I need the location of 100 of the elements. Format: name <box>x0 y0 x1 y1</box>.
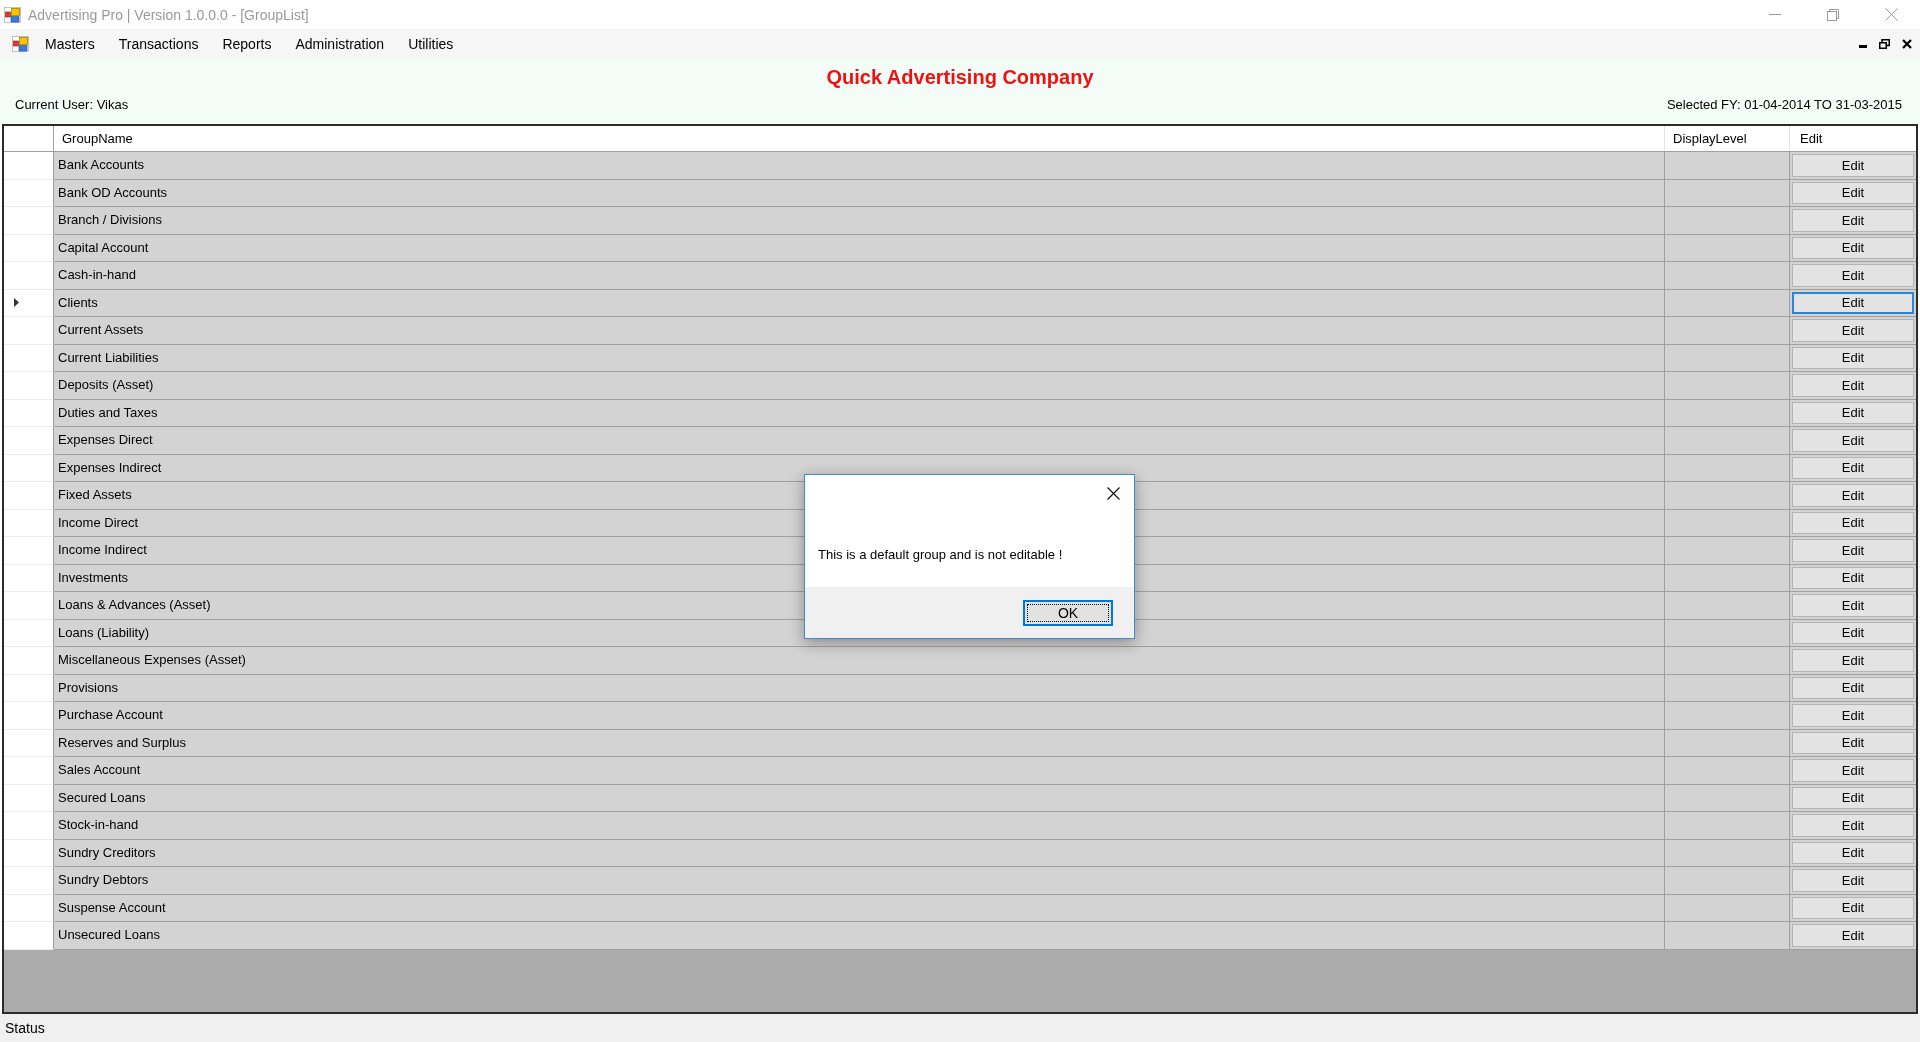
edit-button[interactable]: Edit <box>1792 291 1914 314</box>
menu-item[interactable]: Transactions <box>118 34 199 53</box>
close-icon[interactable] <box>1107 487 1120 500</box>
table-cell: Duties and Taxes <box>58 404 158 421</box>
table-cell: Stock-in-hand <box>58 817 139 834</box>
dialog-message: This is a default group and is not editable ! <box>818 547 1063 562</box>
table-cell: Loans (Liability) <box>58 624 150 641</box>
edit-button[interactable]: Edit <box>1792 676 1914 699</box>
table-cell: Investments <box>58 569 129 586</box>
row-header-cell[interactable] <box>4 729 54 757</box>
row-header-cell[interactable] <box>4 537 54 565</box>
table-cell: Secured Loans <box>58 789 146 806</box>
table-cell: Purchase Account <box>58 707 163 724</box>
edit-button[interactable]: Edit <box>1792 429 1914 452</box>
edit-button[interactable]: Edit <box>1792 539 1914 562</box>
row-header-cell[interactable] <box>4 922 54 950</box>
table-cell: Suspense Account <box>58 899 166 916</box>
table-cell: Expenses Direct <box>58 432 153 449</box>
menu-item[interactable]: Utilities <box>408 34 454 53</box>
table-cell: Deposits (Asset) <box>58 377 154 394</box>
edit-button[interactable]: Edit <box>1792 869 1914 892</box>
table-cell: Reserves and Surplus <box>58 734 186 751</box>
table-cell: Income Direct <box>58 514 139 531</box>
edit-button[interactable]: Edit <box>1792 566 1914 589</box>
table-cell: Sales Account <box>58 762 141 779</box>
row-header-cell[interactable] <box>4 647 54 675</box>
row-header-cell[interactable] <box>4 894 54 922</box>
menu-item[interactable]: Masters <box>45 34 95 53</box>
restore-icon[interactable] <box>1879 38 1890 49</box>
row-header-cell[interactable] <box>4 207 54 235</box>
close-icon[interactable] <box>1902 38 1912 49</box>
row-header-cell[interactable] <box>4 867 54 895</box>
table-cell: Sundry Creditors <box>58 844 156 861</box>
row-header-cell[interactable] <box>4 262 54 290</box>
row-header-cell[interactable] <box>4 289 54 317</box>
row-header-cell[interactable] <box>4 399 54 427</box>
row-header-cell[interactable] <box>4 757 54 785</box>
edit-button[interactable]: Edit <box>1792 209 1914 232</box>
edit-button[interactable]: Edit <box>1792 401 1914 424</box>
row-header-cell[interactable] <box>4 179 54 207</box>
row-header-cell[interactable] <box>4 839 54 867</box>
edit-button[interactable]: Edit <box>1792 704 1914 727</box>
column-header: Edit <box>1800 130 1823 147</box>
table-cell: Provisions <box>58 679 118 696</box>
column-header: GroupName <box>62 130 133 147</box>
row-header-cell[interactable] <box>4 812 54 840</box>
row-indicator-icon <box>14 298 19 308</box>
column-header: DisplayLevel <box>1673 130 1747 147</box>
edit-button[interactable]: Edit <box>1792 456 1914 479</box>
edit-button[interactable]: Edit <box>1792 484 1914 507</box>
row-header-cell[interactable] <box>4 592 54 620</box>
status-text: Status <box>5 1019 45 1037</box>
edit-button[interactable]: Edit <box>1792 649 1914 672</box>
table-cell: Unsecured Loans <box>58 927 160 944</box>
row-header-cell[interactable] <box>4 234 54 262</box>
edit-button[interactable]: Edit <box>1792 236 1914 259</box>
menu-item[interactable]: Reports <box>222 34 272 53</box>
edit-button[interactable]: Edit <box>1792 181 1914 204</box>
edit-button[interactable]: Edit <box>1792 759 1914 782</box>
row-header-cell[interactable] <box>4 564 54 592</box>
table-cell: Branch / Divisions <box>58 212 163 229</box>
table-cell: Sundry Debtors <box>58 872 149 889</box>
row-header-cell[interactable] <box>4 702 54 730</box>
table-cell: Bank Accounts <box>58 157 144 174</box>
edit-button[interactable]: Edit <box>1792 346 1914 369</box>
ok-button[interactable]: OK <box>1023 599 1113 626</box>
edit-button[interactable]: Edit <box>1792 896 1914 919</box>
edit-button[interactable]: Edit <box>1792 594 1914 617</box>
row-header-cell[interactable] <box>4 509 54 537</box>
table-cell: Loans & Advances (Asset) <box>58 597 211 614</box>
edit-button[interactable]: Edit <box>1792 841 1914 864</box>
edit-button[interactable]: Edit <box>1792 924 1914 947</box>
table-cell: Income Indirect <box>58 542 147 559</box>
menu-item[interactable]: Administration <box>295 34 385 53</box>
row-header-cell[interactable] <box>4 427 54 455</box>
window-title: Advertising Pro | Version 1.0.0.0 - [GroupList] <box>28 7 309 22</box>
row-header-cell[interactable] <box>4 674 54 702</box>
row-header-cell[interactable] <box>4 482 54 510</box>
row-header-cell[interactable] <box>4 784 54 812</box>
edit-button[interactable]: Edit <box>1792 731 1914 754</box>
edit-button[interactable]: Edit <box>1792 154 1914 177</box>
edit-button[interactable]: Edit <box>1792 786 1914 809</box>
edit-button[interactable]: Edit <box>1792 264 1914 287</box>
table-cell: Bank OD Accounts <box>58 184 168 201</box>
row-header-cell[interactable] <box>4 454 54 482</box>
edit-button[interactable]: Edit <box>1792 511 1914 534</box>
table-cell: Fixed Assets <box>58 487 132 504</box>
edit-button[interactable]: Edit <box>1792 319 1914 342</box>
row-header-cell[interactable] <box>4 619 54 647</box>
table-cell: Miscellaneous Expenses (Asset) <box>58 652 246 669</box>
edit-button[interactable]: Edit <box>1792 374 1914 397</box>
financial-year-label: Selected FY: 01-04-2014 TO 31-03-2015 <box>1666 97 1902 113</box>
edit-button[interactable]: Edit <box>1792 814 1914 837</box>
row-header-cell[interactable] <box>4 344 54 372</box>
row-header-cell[interactable] <box>4 152 54 180</box>
row-header-cell[interactable] <box>4 372 54 400</box>
edit-button[interactable]: Edit <box>1792 621 1914 644</box>
row-header-cell[interactable] <box>4 317 54 345</box>
app-icon <box>4 6 21 23</box>
table-cell: Clients <box>58 294 98 311</box>
